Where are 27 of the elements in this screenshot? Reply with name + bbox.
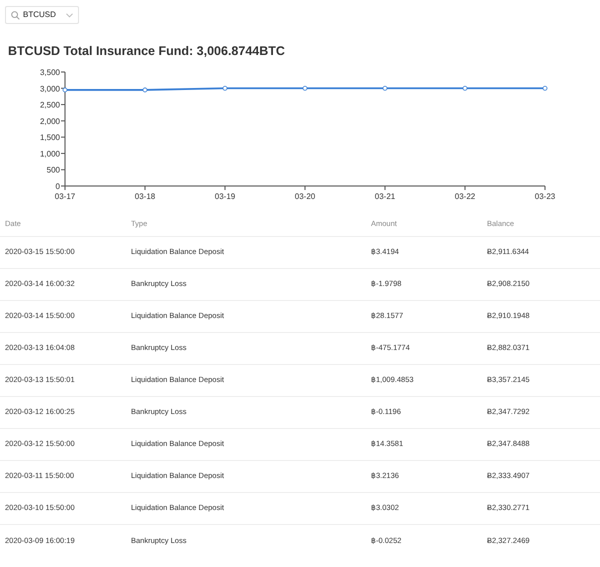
data-point <box>302 86 308 91</box>
select-value: BTCUSD <box>23 9 57 21</box>
x-tick-label: 03-20 <box>294 192 316 201</box>
x-tick-label: 03-22 <box>454 192 476 201</box>
y-tick-label: 0 <box>56 182 60 191</box>
x-tick-label: 03-19 <box>214 192 236 201</box>
data-point <box>542 86 548 91</box>
x-tick-label: 03-18 <box>134 192 156 201</box>
data-point <box>222 86 228 91</box>
data-point <box>462 86 468 91</box>
chevron-down-icon <box>66 12 73 18</box>
y-tick-label: 3,000 <box>40 84 60 94</box>
y-tick-label: 2,000 <box>40 116 60 126</box>
fund-title: BTCUSD Total Insurance Fund: 3,006.8744BTC <box>8 43 286 59</box>
data-point <box>142 88 148 92</box>
data-point <box>62 88 68 92</box>
y-tick-label: 500 <box>46 166 60 175</box>
x-tick-label: 03-17 <box>54 192 76 201</box>
y-tick-label: 3,500 <box>40 68 60 77</box>
y-tick-label: 2,500 <box>40 100 60 110</box>
y-tick-label: 1,000 <box>40 149 60 158</box>
y-tick-label: 1,500 <box>40 133 60 142</box>
search-icon <box>11 10 20 20</box>
x-tick-label: 03-21 <box>374 192 396 201</box>
data-point <box>382 86 388 91</box>
symbol-select[interactable]: BTCUSD <box>5 6 79 24</box>
x-tick-label: 03-23 <box>534 192 556 201</box>
